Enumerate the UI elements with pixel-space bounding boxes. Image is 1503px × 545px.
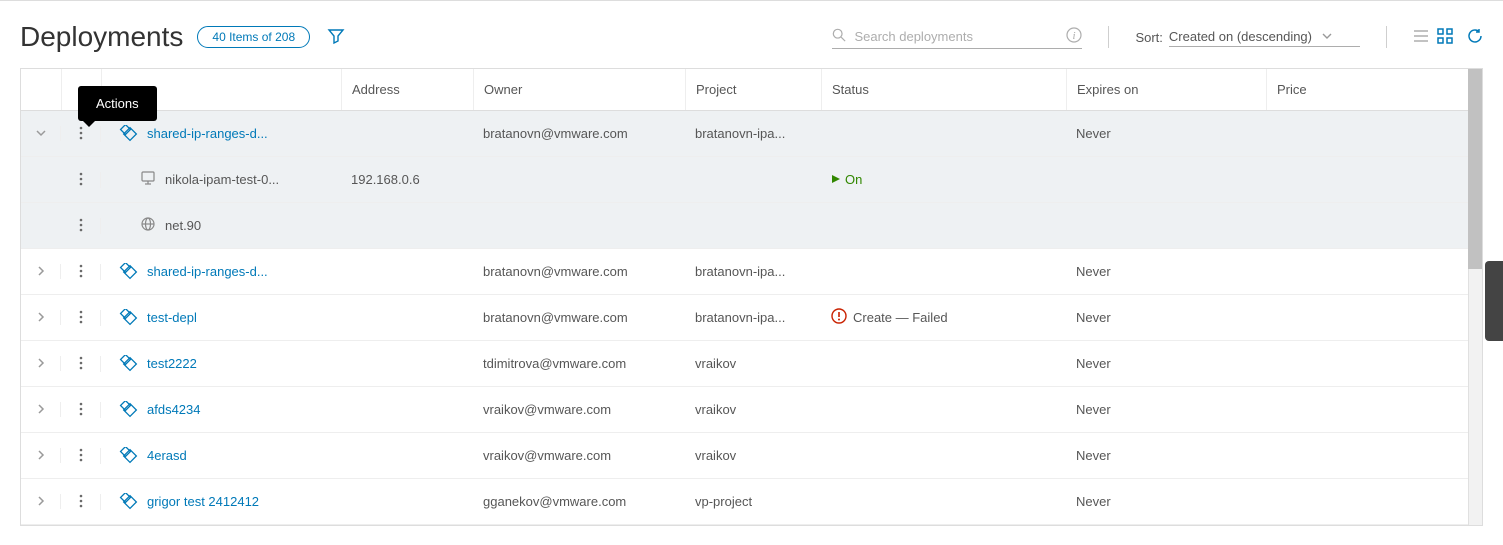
chevron-right-icon[interactable] bbox=[35, 264, 47, 279]
expires-cell: Never bbox=[1066, 356, 1266, 371]
sort-value: Created on (descending) bbox=[1169, 29, 1312, 44]
table-child-row[interactable]: net.90 bbox=[21, 203, 1482, 249]
status-text: On bbox=[845, 172, 862, 187]
error-icon bbox=[831, 308, 847, 327]
project-cell: vraikov bbox=[685, 448, 821, 463]
grid-view-icon[interactable] bbox=[1437, 28, 1453, 47]
deployment-icon bbox=[121, 125, 139, 143]
vm-icon bbox=[141, 171, 155, 188]
deployment-icon bbox=[121, 493, 139, 511]
deployment-name-link[interactable]: grigor test 2412412 bbox=[147, 494, 259, 509]
project-cell: vp-project bbox=[685, 494, 821, 509]
table-row[interactable]: grigor test 2412412 gganekov@vmware.com … bbox=[21, 479, 1482, 525]
page-title: Deployments bbox=[20, 21, 183, 53]
col-address[interactable]: Address bbox=[341, 69, 473, 110]
info-icon[interactable]: i bbox=[1066, 27, 1082, 46]
sort-dropdown[interactable]: Created on (descending) bbox=[1169, 27, 1360, 47]
deployment-icon bbox=[121, 401, 139, 419]
sort-label: Sort: bbox=[1135, 30, 1162, 45]
deployment-name-link[interactable]: 4erasd bbox=[147, 448, 187, 463]
expires-cell: Never bbox=[1066, 126, 1266, 141]
col-status[interactable]: Status bbox=[821, 69, 1066, 110]
deployments-table: Address Owner Project Status Expires on … bbox=[20, 68, 1483, 526]
resource-name[interactable]: nikola-ipam-test-0... bbox=[165, 172, 279, 187]
actions-menu-button[interactable] bbox=[79, 126, 83, 142]
actions-menu-button[interactable] bbox=[79, 494, 83, 510]
side-drawer-tab[interactable] bbox=[1485, 261, 1503, 341]
owner-cell: tdimitrova@vmware.com bbox=[473, 356, 685, 371]
deployment-name-link[interactable]: test2222 bbox=[147, 356, 197, 371]
chevron-right-icon[interactable] bbox=[35, 494, 47, 509]
project-cell: bratanovn-ipa... bbox=[685, 264, 821, 279]
col-project[interactable]: Project bbox=[685, 69, 821, 110]
table-row[interactable]: 4erasd vraikov@vmware.com vraikov Never bbox=[21, 433, 1482, 479]
owner-cell: gganekov@vmware.com bbox=[473, 494, 685, 509]
project-cell: vraikov bbox=[685, 356, 821, 371]
chevron-right-icon[interactable] bbox=[35, 402, 47, 417]
table-row[interactable]: test-depl bratanovn@vmware.com bratanovn… bbox=[21, 295, 1482, 341]
actions-menu-button[interactable] bbox=[79, 310, 83, 326]
refresh-icon[interactable] bbox=[1467, 28, 1483, 47]
actions-menu-button[interactable] bbox=[79, 264, 83, 280]
col-price[interactable]: Price bbox=[1266, 69, 1482, 110]
expires-cell: Never bbox=[1066, 310, 1266, 325]
table-row[interactable]: shared-ip-ranges-d... bratanovn@vmware.c… bbox=[21, 111, 1482, 157]
play-icon bbox=[831, 172, 841, 187]
table-row[interactable]: test2222 tdimitrova@vmware.com vraikov N… bbox=[21, 341, 1482, 387]
actions-menu-button[interactable] bbox=[79, 172, 83, 188]
table-row[interactable]: shared-ip-ranges-d... bratanovn@vmware.c… bbox=[21, 249, 1482, 295]
actions-tooltip: Actions bbox=[78, 86, 157, 121]
deployment-icon bbox=[121, 309, 139, 327]
deployment-icon bbox=[121, 263, 139, 281]
deployment-icon bbox=[121, 355, 139, 373]
project-cell: bratanovn-ipa... bbox=[685, 126, 821, 141]
project-cell: bratanovn-ipa... bbox=[685, 310, 821, 325]
divider bbox=[1386, 26, 1387, 48]
chevron-right-icon[interactable] bbox=[35, 356, 47, 371]
search-icon bbox=[832, 28, 846, 45]
deployment-name-link[interactable]: test-depl bbox=[147, 310, 197, 325]
owner-cell: bratanovn@vmware.com bbox=[473, 310, 685, 325]
resource-name[interactable]: net.90 bbox=[165, 218, 201, 233]
owner-cell: vraikov@vmware.com bbox=[473, 448, 685, 463]
scrollbar-track[interactable] bbox=[1468, 69, 1482, 525]
expires-cell: Never bbox=[1066, 494, 1266, 509]
project-cell: vraikov bbox=[685, 402, 821, 417]
chevron-down-icon[interactable] bbox=[35, 126, 47, 141]
table-child-row[interactable]: nikola-ipam-test-0... 192.168.0.6 On bbox=[21, 157, 1482, 203]
actions-menu-button[interactable] bbox=[79, 402, 83, 418]
divider bbox=[1108, 26, 1109, 48]
owner-cell: bratanovn@vmware.com bbox=[473, 126, 685, 141]
filter-icon[interactable] bbox=[328, 28, 344, 47]
list-view-icon[interactable] bbox=[1413, 28, 1429, 47]
item-count-pill: 40 Items of 208 bbox=[197, 26, 310, 48]
status-text: Create — Failed bbox=[853, 310, 948, 325]
table-row[interactable]: afds4234 vraikov@vmware.com vraikov Neve… bbox=[21, 387, 1482, 433]
scrollbar-thumb[interactable] bbox=[1468, 69, 1482, 269]
table-header: Address Owner Project Status Expires on … bbox=[21, 69, 1482, 111]
deployment-name-link[interactable]: shared-ip-ranges-d... bbox=[147, 126, 268, 141]
deployment-name-link[interactable]: shared-ip-ranges-d... bbox=[147, 264, 268, 279]
expires-cell: Never bbox=[1066, 448, 1266, 463]
chevron-right-icon[interactable] bbox=[35, 310, 47, 325]
col-owner[interactable]: Owner bbox=[473, 69, 685, 110]
owner-cell: vraikov@vmware.com bbox=[473, 402, 685, 417]
owner-cell: bratanovn@vmware.com bbox=[473, 264, 685, 279]
network-icon bbox=[141, 217, 155, 234]
actions-menu-button[interactable] bbox=[79, 448, 83, 464]
address-cell: 192.168.0.6 bbox=[341, 172, 473, 187]
search-input-wrap[interactable]: i bbox=[832, 25, 1082, 49]
svg-text:i: i bbox=[1073, 30, 1076, 42]
deployment-icon bbox=[121, 447, 139, 465]
deployment-name-link[interactable]: afds4234 bbox=[147, 402, 201, 417]
chevron-down-icon bbox=[1322, 31, 1332, 42]
chevron-right-icon[interactable] bbox=[35, 448, 47, 463]
expires-cell: Never bbox=[1066, 264, 1266, 279]
actions-menu-button[interactable] bbox=[79, 356, 83, 372]
search-input[interactable] bbox=[854, 29, 1058, 44]
expires-cell: Never bbox=[1066, 402, 1266, 417]
col-expires[interactable]: Expires on bbox=[1066, 69, 1266, 110]
actions-menu-button[interactable] bbox=[79, 218, 83, 234]
